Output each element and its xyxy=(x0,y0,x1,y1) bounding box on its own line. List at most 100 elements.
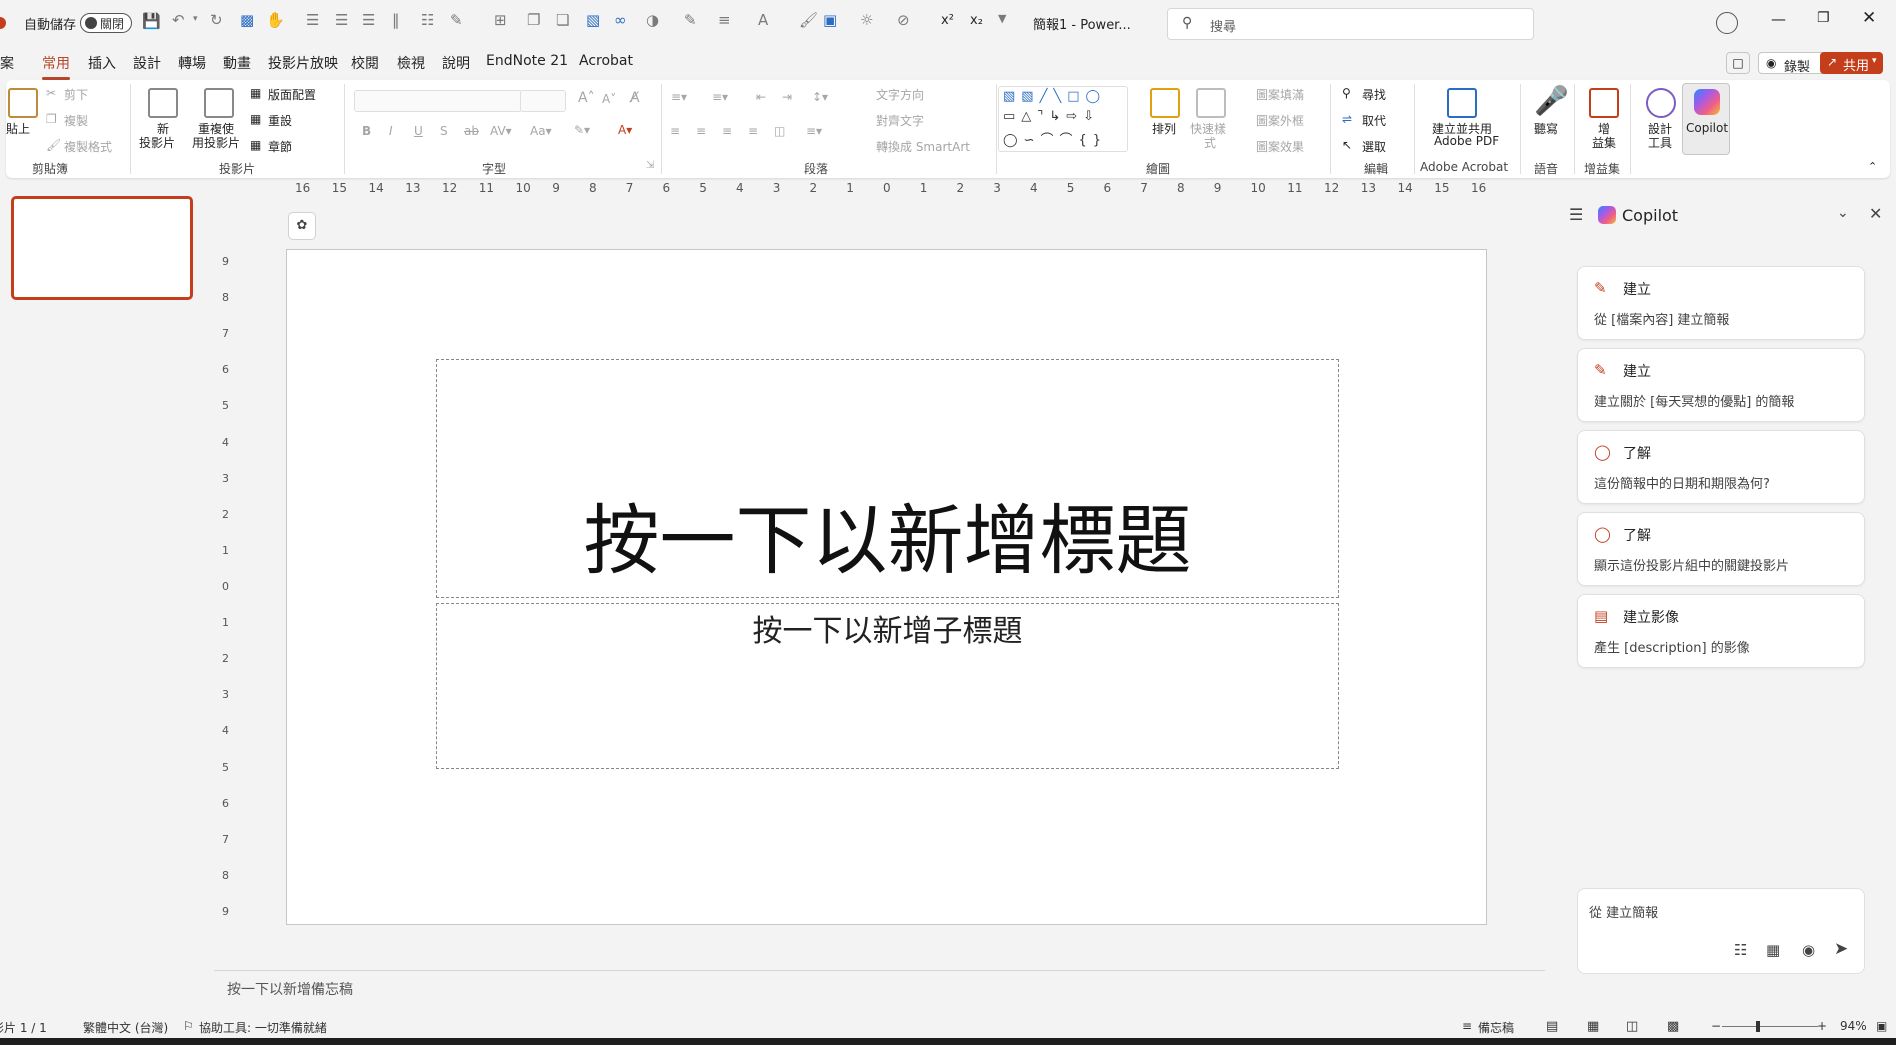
reading-view-icon[interactable]: ◫ xyxy=(1626,1019,1638,1034)
accessibility-status[interactable]: 協助工具: 一切準備就緒 xyxy=(199,1019,327,1036)
bold-button[interactable]: B xyxy=(362,124,371,138)
align-center-button[interactable]: ≡ xyxy=(696,124,706,138)
copilot-suggestion-card[interactable]: ✎ 建立 建立關於 [每天冥想的優點] 的簡報 xyxy=(1577,348,1865,422)
replace-label[interactable]: 取代 xyxy=(1362,112,1386,129)
copy-label[interactable]: 複製 xyxy=(64,112,88,129)
new-slide-icon[interactable] xyxy=(148,88,178,118)
copilot-suggestion-card[interactable]: ◯ 了解 顯示這份投影片組中的關鍵投影片 xyxy=(1577,512,1865,586)
tab-acrobat[interactable]: Acrobat xyxy=(579,53,633,69)
superscript-icon[interactable]: x² xyxy=(941,13,954,28)
create-pdf-label-2[interactable]: Adobe PDF xyxy=(1434,134,1499,148)
dictate-label[interactable]: 聽寫 xyxy=(1534,120,1558,137)
format-painter-icon[interactable]: 🖌 xyxy=(799,11,818,29)
quick-styles-label-2[interactable]: 式 xyxy=(1204,134,1216,151)
prompts-icon[interactable]: ▦ xyxy=(1766,941,1780,959)
tab-slideshow[interactable]: 投影片放映 xyxy=(268,53,338,73)
undo-icon[interactable]: ↶ xyxy=(172,11,185,29)
increase-indent-icon[interactable]: ⇥ xyxy=(782,90,792,104)
bring-forward-icon[interactable]: ❐ xyxy=(527,11,540,29)
minimize-button[interactable]: — xyxy=(1771,10,1786,28)
chevron-down-icon[interactable]: ⌄ xyxy=(1837,205,1849,221)
touch-mode-icon[interactable]: ✋ xyxy=(266,11,285,29)
tab-view[interactable]: 檢視 xyxy=(397,53,425,73)
tab-review[interactable]: 校閱 xyxy=(351,53,379,73)
brightness-icon[interactable]: ☼ xyxy=(860,11,873,29)
text-direction-label[interactable]: 文字方向 xyxy=(876,86,924,103)
pen-color-icon[interactable]: ✎ xyxy=(684,11,697,29)
column-spacing-icon[interactable]: ≡▾ xyxy=(806,124,822,138)
record-button[interactable]: ◉ 錄製 xyxy=(1758,52,1826,75)
slide-thumbnail[interactable] xyxy=(11,196,193,300)
shrink-font-icon[interactable]: A˅ xyxy=(602,92,616,106)
font-color-icon[interactable]: A▾ xyxy=(618,123,632,137)
collapse-ribbon-icon[interactable]: ⌃ xyxy=(1868,160,1877,173)
addins-label-2[interactable]: 益集 xyxy=(1592,134,1616,151)
autosave-toggle[interactable]: 關閉 xyxy=(80,13,132,33)
zoom-level[interactable]: 94% xyxy=(1840,1019,1867,1033)
reuse-slides-icon[interactable] xyxy=(204,88,234,118)
quick-styles-icon[interactable] xyxy=(1196,88,1226,118)
zoom-in-button[interactable]: + xyxy=(1817,1019,1827,1033)
shapes-icon[interactable]: ▣ xyxy=(823,11,837,29)
designer-suggestion-button[interactable]: ✿ xyxy=(288,212,316,240)
align-top-icon[interactable]: ☷ xyxy=(421,11,434,29)
close-icon[interactable]: ✕ xyxy=(1869,204,1882,223)
title-placeholder[interactable]: 按一下以新增標題 xyxy=(436,359,1339,598)
send-backward-icon[interactable]: ❏ xyxy=(556,11,569,29)
find-label[interactable]: 尋找 xyxy=(1362,86,1386,103)
restore-button[interactable]: ❐ xyxy=(1817,10,1830,26)
arrange-icon[interactable] xyxy=(1150,88,1180,118)
align-right-button[interactable]: ≡ xyxy=(722,124,732,138)
font-size-select[interactable] xyxy=(520,90,566,112)
bullets-icon[interactable]: ≡▾ xyxy=(671,90,687,104)
align-left-icon[interactable]: ☰ xyxy=(335,11,348,29)
paste-label[interactable]: 貼上 xyxy=(6,120,30,137)
link-icon[interactable]: ∞ xyxy=(614,11,627,29)
tab-transitions[interactable]: 轉場 xyxy=(178,53,206,73)
arrange-label[interactable]: 排列 xyxy=(1152,120,1176,137)
italic-button[interactable]: I xyxy=(389,124,393,138)
new-slide-label-2[interactable]: 投影片 xyxy=(139,134,175,151)
comments-button[interactable]: □ xyxy=(1726,52,1750,74)
save-icon[interactable]: 💾 xyxy=(142,12,161,30)
tab-design[interactable]: 設計 xyxy=(133,53,161,73)
microphone-icon[interactable]: 🎤 xyxy=(1534,84,1569,117)
font-color-icon[interactable]: A xyxy=(758,11,768,29)
send-icon[interactable]: ➤ xyxy=(1834,939,1848,959)
notes-toggle[interactable]: 備忘稿 xyxy=(1478,1019,1514,1036)
columns-icon[interactable]: ◫ xyxy=(774,124,785,138)
reset-label[interactable]: 重設 xyxy=(268,112,292,129)
slide-sorter-icon[interactable]: ▦ xyxy=(1587,1019,1599,1034)
layout-label[interactable]: 版面配置 xyxy=(268,86,316,103)
customize-toolbar-icon[interactable]: ▼ xyxy=(998,12,1006,25)
copilot-ribbon-button[interactable]: Copilot xyxy=(1682,83,1730,155)
zoom-slider-thumb[interactable] xyxy=(1756,1021,1760,1032)
copilot-prompt-input[interactable]: 從 建立簡報 ☷ ▦ ◉ ➤ xyxy=(1577,888,1865,974)
align-text-label[interactable]: 對齊文字 xyxy=(876,112,924,129)
align-left-button[interactable]: ≡ xyxy=(670,124,680,138)
align-center-icon[interactable]: ☰ xyxy=(306,11,319,29)
grow-font-icon[interactable]: A˄ xyxy=(578,90,595,106)
reuse-slides-label-2[interactable]: 用投影片 xyxy=(192,134,240,151)
shape-fill-label[interactable]: 圖案填滿 xyxy=(1256,86,1304,103)
select-label[interactable]: 選取 xyxy=(1362,138,1386,155)
microphone-icon[interactable]: ◉ xyxy=(1802,941,1815,959)
undo-dropdown-icon[interactable]: ▾ xyxy=(193,14,198,24)
avatar[interactable] xyxy=(1716,12,1738,34)
change-case-icon[interactable]: Aa▾ xyxy=(530,124,552,138)
distribute-icon[interactable]: ‖ xyxy=(392,11,400,29)
transparency-icon[interactable]: ⊘ xyxy=(897,11,910,29)
create-pdf-icon[interactable] xyxy=(1447,88,1477,118)
zoom-out-button[interactable]: − xyxy=(1711,1019,1721,1033)
strike-button[interactable]: S xyxy=(440,124,448,138)
redo-icon[interactable]: ↻ xyxy=(210,11,223,29)
crop-icon[interactable]: ⊞ xyxy=(494,11,507,29)
notes-pane[interactable]: 按一下以新增備忘稿 xyxy=(214,970,1545,1005)
normal-view-icon[interactable]: ▤ xyxy=(1546,1019,1558,1034)
line-spacing-icon[interactable]: ↕▾ xyxy=(812,90,828,104)
zoom-slider[interactable] xyxy=(1722,1026,1818,1027)
language-status[interactable]: 繁體中文 (台灣) xyxy=(83,1019,168,1036)
tab-home[interactable]: 常用 xyxy=(42,53,70,80)
tab-animations[interactable]: 動畫 xyxy=(223,53,251,73)
tab-file[interactable]: 檔案 xyxy=(0,53,14,73)
